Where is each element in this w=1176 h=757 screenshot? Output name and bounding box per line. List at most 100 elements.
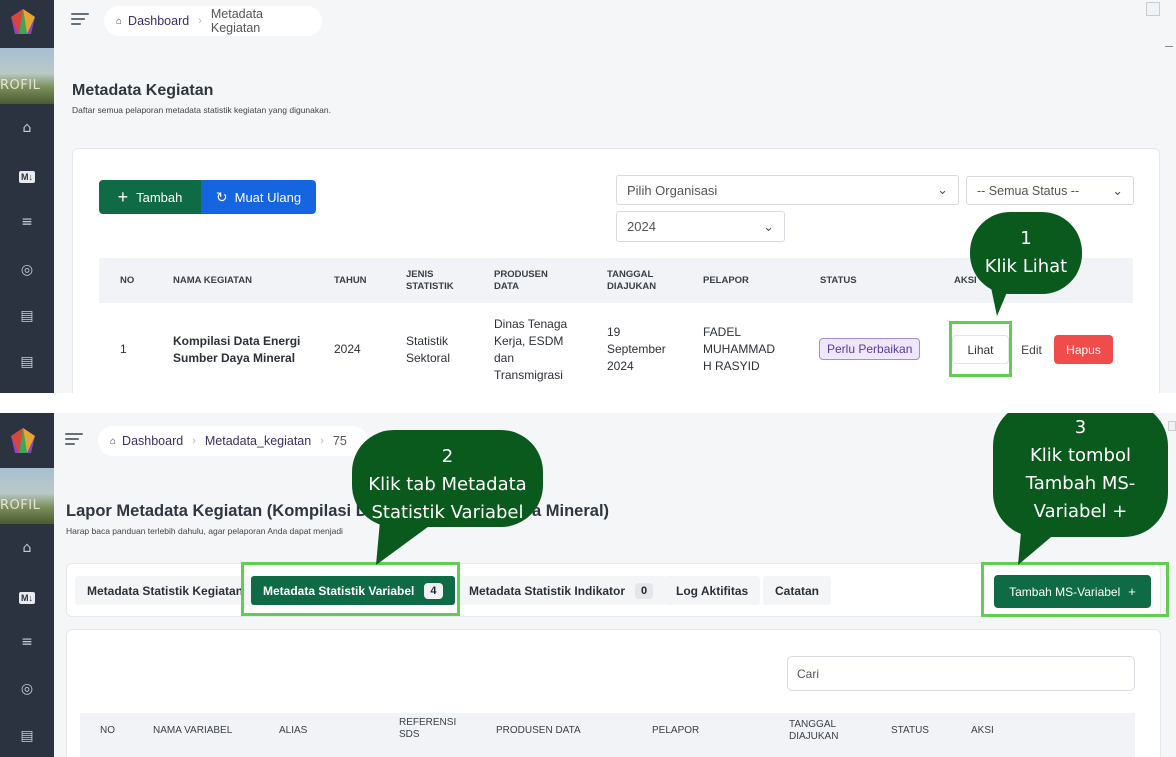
col-header-type-line1: JENIS: [406, 269, 434, 280]
metadata-kegiatan-list-screen: ROFIL ⌂ M↓ ≡ ◎ ▤ ▤ ⌂ Dashboard › Metadat…: [0, 0, 1176, 393]
sidebar: ROFIL ⌂ M↓ ≡ ◎ ▤: [0, 413, 54, 757]
building-icon[interactable]: ⌂: [0, 120, 54, 136]
profile-photo[interactable]: ROFIL: [0, 468, 54, 524]
markdown-icon[interactable]: M↓: [0, 589, 54, 605]
year-select[interactable]: 2024 ⌄: [616, 211, 785, 242]
list-icon[interactable]: ≡: [0, 634, 54, 650]
callout-step-2: 2 Klik tab Metadata Statistik Variabel: [352, 430, 543, 527]
status-select[interactable]: -- Semua Status -- ⌄: [966, 176, 1134, 205]
col-header-date-line1: TANGGAL: [789, 719, 837, 730]
chevron-right-icon: ›: [192, 435, 196, 447]
check-circle-icon[interactable]: ◎: [0, 681, 54, 697]
profile-photo[interactable]: ROFIL: [0, 48, 54, 104]
list-icon[interactable]: ≡: [0, 214, 54, 230]
tab-label: Metadata Statistik Kegiatan: [87, 583, 244, 598]
tab-label: Catatan: [775, 583, 820, 598]
col-header-ref-line2: SDS: [399, 729, 420, 740]
col-header-producer: PRODUSEN DATA: [496, 725, 581, 736]
row-producer-line4: Transmigrasi: [494, 368, 563, 382]
callout-pointer: [376, 521, 436, 565]
tab-catatan[interactable]: Catatan: [763, 576, 832, 605]
home-icon: ⌂: [116, 15, 123, 27]
chevron-down-icon: ⌄: [937, 182, 948, 197]
tab-metadata-kegiatan[interactable]: Metadata Statistik Kegiatan: [75, 576, 256, 605]
row-producer-line3: dan: [494, 351, 515, 365]
document-icon[interactable]: ▤: [0, 728, 54, 744]
markdown-icon[interactable]: M↓: [0, 168, 54, 184]
edit-button[interactable]: Edit: [1009, 335, 1054, 364]
broken-image-icon: [1168, 421, 1176, 431]
callout-step-1-number: 1: [1020, 228, 1032, 249]
tab-label: Metadata Statistik Indikator: [469, 583, 626, 598]
minimize-icon: [1165, 46, 1173, 47]
breadcrumb-metadata-kegiatan[interactable]: Metadata_kegiatan: [205, 434, 311, 448]
add-button[interactable]: + Tambah: [99, 180, 201, 214]
lapor-metadata-screen: ROFIL ⌂ M↓ ≡ ◎ ▤ ⌂ Dashboard › Metadata_…: [0, 413, 1176, 757]
tab-count-badge: 0: [635, 582, 654, 599]
menu-toggle-icon[interactable]: [65, 433, 83, 445]
row-type-line1: Statistik: [406, 334, 449, 348]
row-name-line1: Kompilasi Data Energi: [173, 334, 301, 348]
page-subtitle: Harap baca panduan terlebih dahulu, agar…: [66, 526, 343, 536]
col-header-ref-line1: REFERENSI: [399, 717, 457, 728]
row-producer-line2: Kerja, ESDM: [494, 334, 564, 348]
reload-button-label: Muat Ulang: [234, 189, 302, 205]
col-header-ref: REFERENSI SDS: [399, 717, 456, 741]
callout-step-2-line1: Klik tab Metadata: [368, 474, 527, 495]
row-producer: Dinas Tenaga Kerja, ESDM dan Transmigras…: [494, 316, 567, 384]
chevron-down-icon: ⌄: [1112, 182, 1123, 198]
col-header-type-line2: STATISTIK: [406, 281, 454, 292]
page-title-right: a Mineral): [532, 502, 610, 520]
organization-select[interactable]: Pilih Organisasi ⌄: [616, 175, 959, 205]
reload-button[interactable]: ↻ Muat Ulang: [201, 180, 316, 214]
add-variable-highlight: [981, 562, 1169, 617]
col-header-alias: ALIAS: [279, 725, 308, 736]
page-subtitle: Daftar semua pelaporan metadata statisti…: [72, 105, 331, 115]
col-header-no: NO: [100, 725, 115, 736]
callout-step-2-line2: Statistik Variabel: [371, 502, 524, 523]
status-select-value: -- Semua Status --: [977, 183, 1080, 198]
col-header-reporter: PELAPOR: [703, 275, 749, 286]
chevron-down-icon: ⌄: [763, 218, 774, 234]
check-circle-icon[interactable]: ◎: [0, 262, 54, 278]
tab-highlight: [241, 562, 460, 616]
col-header-year: TAHUN: [334, 275, 367, 286]
chevron-right-icon: ›: [320, 435, 324, 447]
col-header-status: STATUS: [891, 725, 929, 736]
tab-log-aktifitas[interactable]: Log Aktifitas: [664, 576, 761, 605]
building-icon[interactable]: ⌂: [0, 540, 54, 556]
row-year: 2024: [334, 342, 361, 356]
menu-toggle-icon[interactable]: [71, 13, 89, 25]
app-logo[interactable]: [8, 6, 38, 36]
app-logo[interactable]: [8, 425, 38, 455]
col-header-date: TANGGAL DIAJUKAN: [789, 719, 838, 743]
col-header-date-line1: TANGGAL: [607, 269, 654, 280]
row-date-line2: September: [607, 342, 666, 356]
col-header-date-line2: DIAJUKAN: [789, 731, 839, 742]
col-header-status: STATUS: [820, 275, 857, 286]
tab-metadata-indikator[interactable]: Metadata Statistik Indikator 0: [457, 576, 666, 605]
breadcrumb-dashboard[interactable]: Dashboard: [122, 434, 183, 448]
delete-button[interactable]: Hapus: [1054, 335, 1113, 364]
broken-image-icon: [1146, 2, 1160, 16]
callout-step-3-line3: Variabel +: [1033, 501, 1128, 522]
view-button-highlight: [949, 321, 1012, 377]
row-reporter-line3: H RASYID: [703, 359, 760, 373]
col-header-date-line2: DIAJUKAN: [607, 281, 657, 292]
col-header-producer: PRODUSEN DATA: [494, 269, 548, 293]
page-title: Metadata Kegiatan: [72, 82, 214, 99]
document-icon[interactable]: ▤: [0, 308, 54, 324]
col-header-name: NAMA VARIABEL: [153, 725, 233, 736]
search-input[interactable]: Cari: [787, 656, 1135, 691]
document-icon[interactable]: ▤: [0, 354, 54, 370]
photo-text: ROFIL: [0, 498, 41, 513]
callout-step-3: 3 Klik tombol Tambah MS- Variabel +: [993, 413, 1168, 537]
col-header-type: JENIS STATISTIK: [406, 269, 454, 293]
plus-icon: +: [117, 186, 129, 207]
row-reporter-line2: MUHAMMAD: [703, 342, 775, 356]
row-reporter: FADEL MUHAMMAD H RASYID: [703, 324, 775, 375]
status-badge: Perlu Perbaikan: [819, 338, 921, 360]
breadcrumb-dashboard[interactable]: Dashboard: [128, 14, 189, 28]
callout-step-2-number: 2: [441, 446, 454, 467]
tab-label: Log Aktifitas: [676, 583, 749, 598]
